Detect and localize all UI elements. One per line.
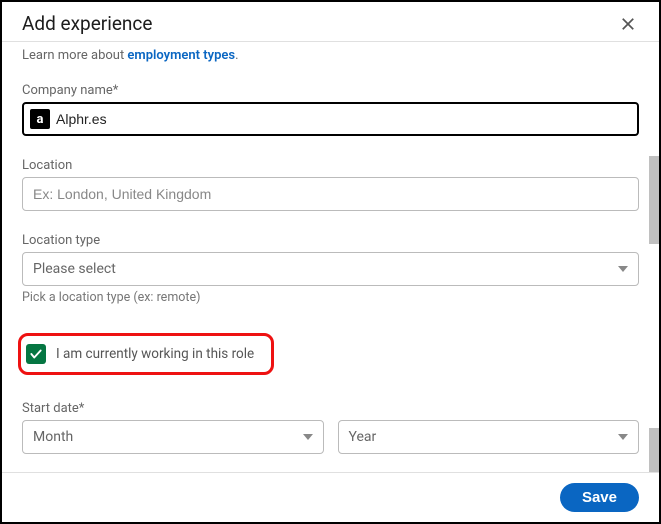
- location-type-label: Location type: [22, 233, 639, 248]
- currently-working-label: I am currently working in this role: [56, 346, 254, 362]
- scrollbar-thumb[interactable]: [649, 428, 659, 472]
- location-type-helper: Pick a location type (ex: remote): [22, 290, 639, 305]
- company-logo-icon: a: [30, 109, 50, 129]
- location-label: Location: [22, 158, 639, 173]
- currently-working-checkbox[interactable]: [26, 344, 46, 364]
- learn-prefix: Learn more about: [22, 48, 127, 63]
- company-name-label: Company name*: [22, 83, 639, 98]
- location-type-value: Please select: [33, 261, 116, 277]
- start-month-select[interactable]: Month: [22, 420, 324, 454]
- learn-more-text: Learn more about employment types.: [22, 48, 639, 63]
- start-month-value: Month: [33, 429, 73, 445]
- save-button[interactable]: Save: [560, 483, 639, 512]
- chevron-down-icon: [303, 434, 313, 440]
- start-year-select[interactable]: Year: [338, 420, 640, 454]
- location-type-select[interactable]: Please select: [22, 252, 639, 286]
- company-name-field[interactable]: a: [22, 102, 639, 136]
- start-date-label: Start date*: [22, 401, 639, 416]
- learn-suffix: .: [235, 48, 238, 63]
- start-year-value: Year: [349, 429, 377, 445]
- location-input[interactable]: [22, 177, 639, 211]
- chevron-down-icon: [618, 266, 628, 272]
- employment-types-link[interactable]: employment types: [127, 48, 235, 63]
- chevron-down-icon: [618, 434, 628, 440]
- company-name-input[interactable]: [56, 104, 631, 134]
- page-title: Add experience: [22, 12, 152, 35]
- close-icon[interactable]: [617, 13, 639, 35]
- scrollbar-thumb[interactable]: [649, 156, 659, 244]
